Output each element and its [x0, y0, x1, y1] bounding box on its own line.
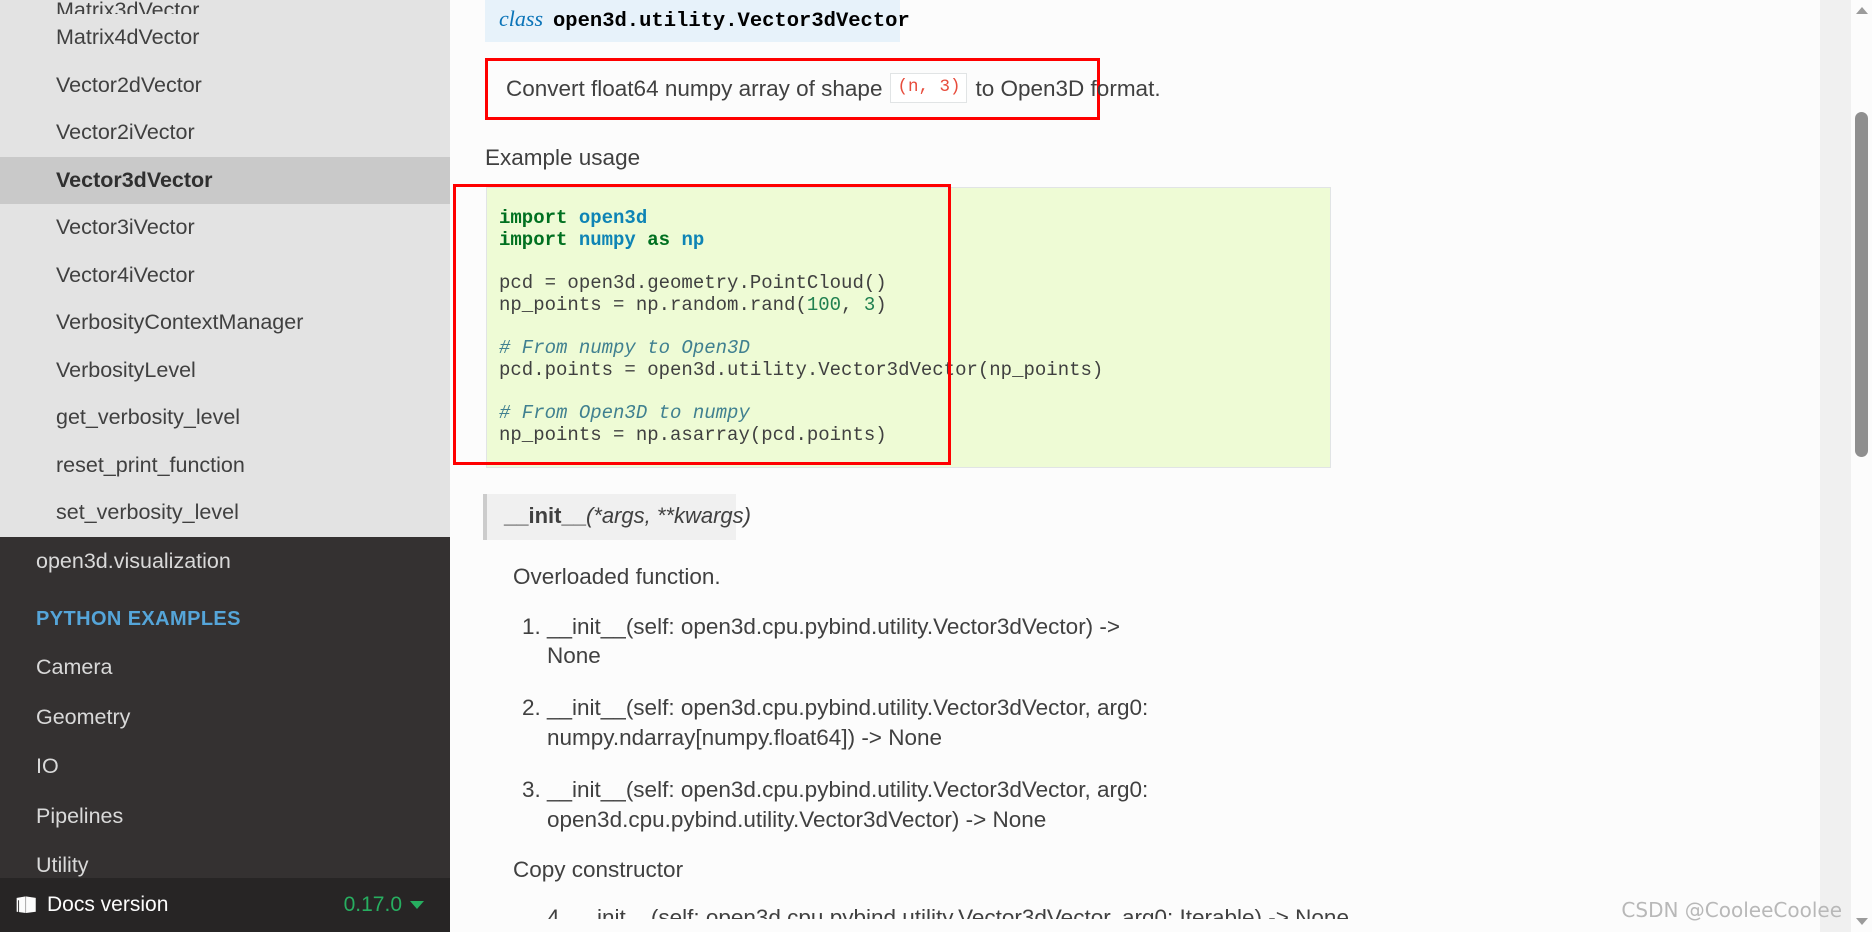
overload-item-1: __init__(self: open3d.cpu.pybind.utility…	[547, 612, 1167, 672]
chevron-down-icon[interactable]	[410, 901, 424, 909]
sidebar-caption-python-examples: PYTHON EXAMPLES	[36, 608, 241, 630]
doc-body: class open3d.utility.Vector3dVector Conve…	[450, 0, 1872, 919]
method-signature-init: __init__(*args, **kwargs)	[483, 493, 751, 540]
sidebar-item-vector3ivector[interactable]: Vector3iVector	[0, 204, 450, 252]
sidebar-item-open3d-visualization[interactable]: open3d.visualization	[0, 537, 450, 587]
example-usage-heading: Example usage	[485, 145, 641, 170]
overload-item-2: __init__(self: open3d.cpu.pybind.utility…	[547, 693, 1167, 753]
main-content: class open3d.utility.Vector3dVector Conve…	[450, 0, 1872, 932]
code-line: pcd = open3d.geometry.PointCloud()	[499, 272, 887, 295]
sidebar-item-verbositylevel[interactable]: VerbosityLevel	[0, 347, 450, 395]
class-name: open3d.utility.Vector3dVector	[553, 10, 910, 33]
sidebar-item-matrix4dvector[interactable]: Matrix4dVector	[0, 14, 450, 62]
sidebar-item-vector3dvector[interactable]: Vector3dVector	[0, 156, 450, 204]
book-icon	[16, 896, 37, 915]
sidebar: Matrix3dVector Matrix4dVector Vector2dVe…	[0, 0, 450, 932]
description-annotated: Convert float64 numpy array of shape (n,…	[485, 58, 1161, 120]
code-example-area: import open3d import numpy as np pcd = op…	[450, 184, 1872, 468]
sidebar-item-get-verbosity-level[interactable]: get_verbosity_level	[0, 394, 450, 442]
shape-inline-code: (n, 3)	[890, 73, 968, 103]
sidebar-item-geometry[interactable]: Geometry	[0, 693, 450, 743]
class-signature: class open3d.utility.Vector3dVector	[485, 0, 910, 42]
scroll-up-arrow-icon[interactable]	[1856, 7, 1868, 14]
scroll-down-arrow-icon[interactable]	[1856, 918, 1868, 925]
sidebar-item-set-verbosity-level[interactable]: set_verbosity_level	[0, 489, 450, 537]
scroll-thumb[interactable]	[1855, 112, 1868, 457]
overload-item-3: __init__(self: open3d.cpu.pybind.utility…	[547, 775, 1167, 835]
overloaded-function-heading: Overloaded function.	[513, 563, 721, 589]
sidebar-toc-section: Matrix3dVector Matrix4dVector Vector2dVe…	[0, 0, 450, 537]
code-line: np_points = np.random.rand(100, 3)	[499, 293, 887, 316]
docs-version-value: 0.17.0	[343, 893, 402, 916]
class-keyword: class	[499, 6, 543, 31]
description-text: Convert float64 numpy array of shape (n,…	[485, 58, 1161, 120]
sidebar-item-vector2ivector[interactable]: Vector2iVector	[0, 109, 450, 157]
sidebar-item-io[interactable]: IO	[0, 742, 450, 792]
code-line: # From Open3D to numpy	[499, 402, 750, 425]
sidebar-item-pipelines[interactable]: Pipelines	[0, 792, 450, 842]
code-line: pcd.points = open3d.utility.Vector3dVect…	[499, 358, 1104, 381]
docs-version-left: Docs version	[16, 893, 168, 917]
description-after: to Open3D format.	[975, 75, 1161, 101]
overload-item-4-clipped: 4. __init__(self: open3d.cpu.pybind.util…	[547, 905, 1349, 920]
docs-version-label: Docs version	[47, 893, 169, 916]
method-params: (*args, **kwargs)	[585, 502, 751, 528]
python-code-block[interactable]: import open3d import numpy as np pcd = op…	[486, 187, 1331, 468]
content-right-gutter	[1820, 0, 1850, 932]
sidebar-item-reset-print-function[interactable]: reset_print_function	[0, 442, 450, 490]
code-line: import open3d	[499, 207, 648, 229]
code-line: # From numpy to Open3D	[499, 337, 750, 360]
code-line: import numpy as np	[499, 228, 705, 251]
vertical-scrollbar[interactable]	[1850, 0, 1872, 932]
docs-version-selector[interactable]: Docs version 0.17.0	[0, 878, 450, 932]
sidebar-item-clipped-top[interactable]: Matrix3dVector	[0, 0, 450, 14]
sidebar-item-vector4ivector[interactable]: Vector4iVector	[0, 252, 450, 300]
overload-list: __init__(self: open3d.cpu.pybind.utility…	[513, 612, 1872, 836]
code-line: np_points = np.asarray(pcd.points)	[499, 423, 887, 446]
copy-constructor-text: Copy constructor	[513, 857, 684, 883]
sidebar-item-camera[interactable]: Camera	[0, 643, 450, 693]
sidebar-item-vector2dvector[interactable]: Vector2dVector	[0, 62, 450, 110]
page-root: Matrix3dVector Matrix4dVector Vector2dVe…	[0, 0, 1872, 932]
description-before: Convert float64 numpy array of shape	[506, 75, 883, 101]
method-name: __init__	[504, 502, 586, 528]
sidebar-item-verbositycontextmanager[interactable]: VerbosityContextManager	[0, 299, 450, 347]
